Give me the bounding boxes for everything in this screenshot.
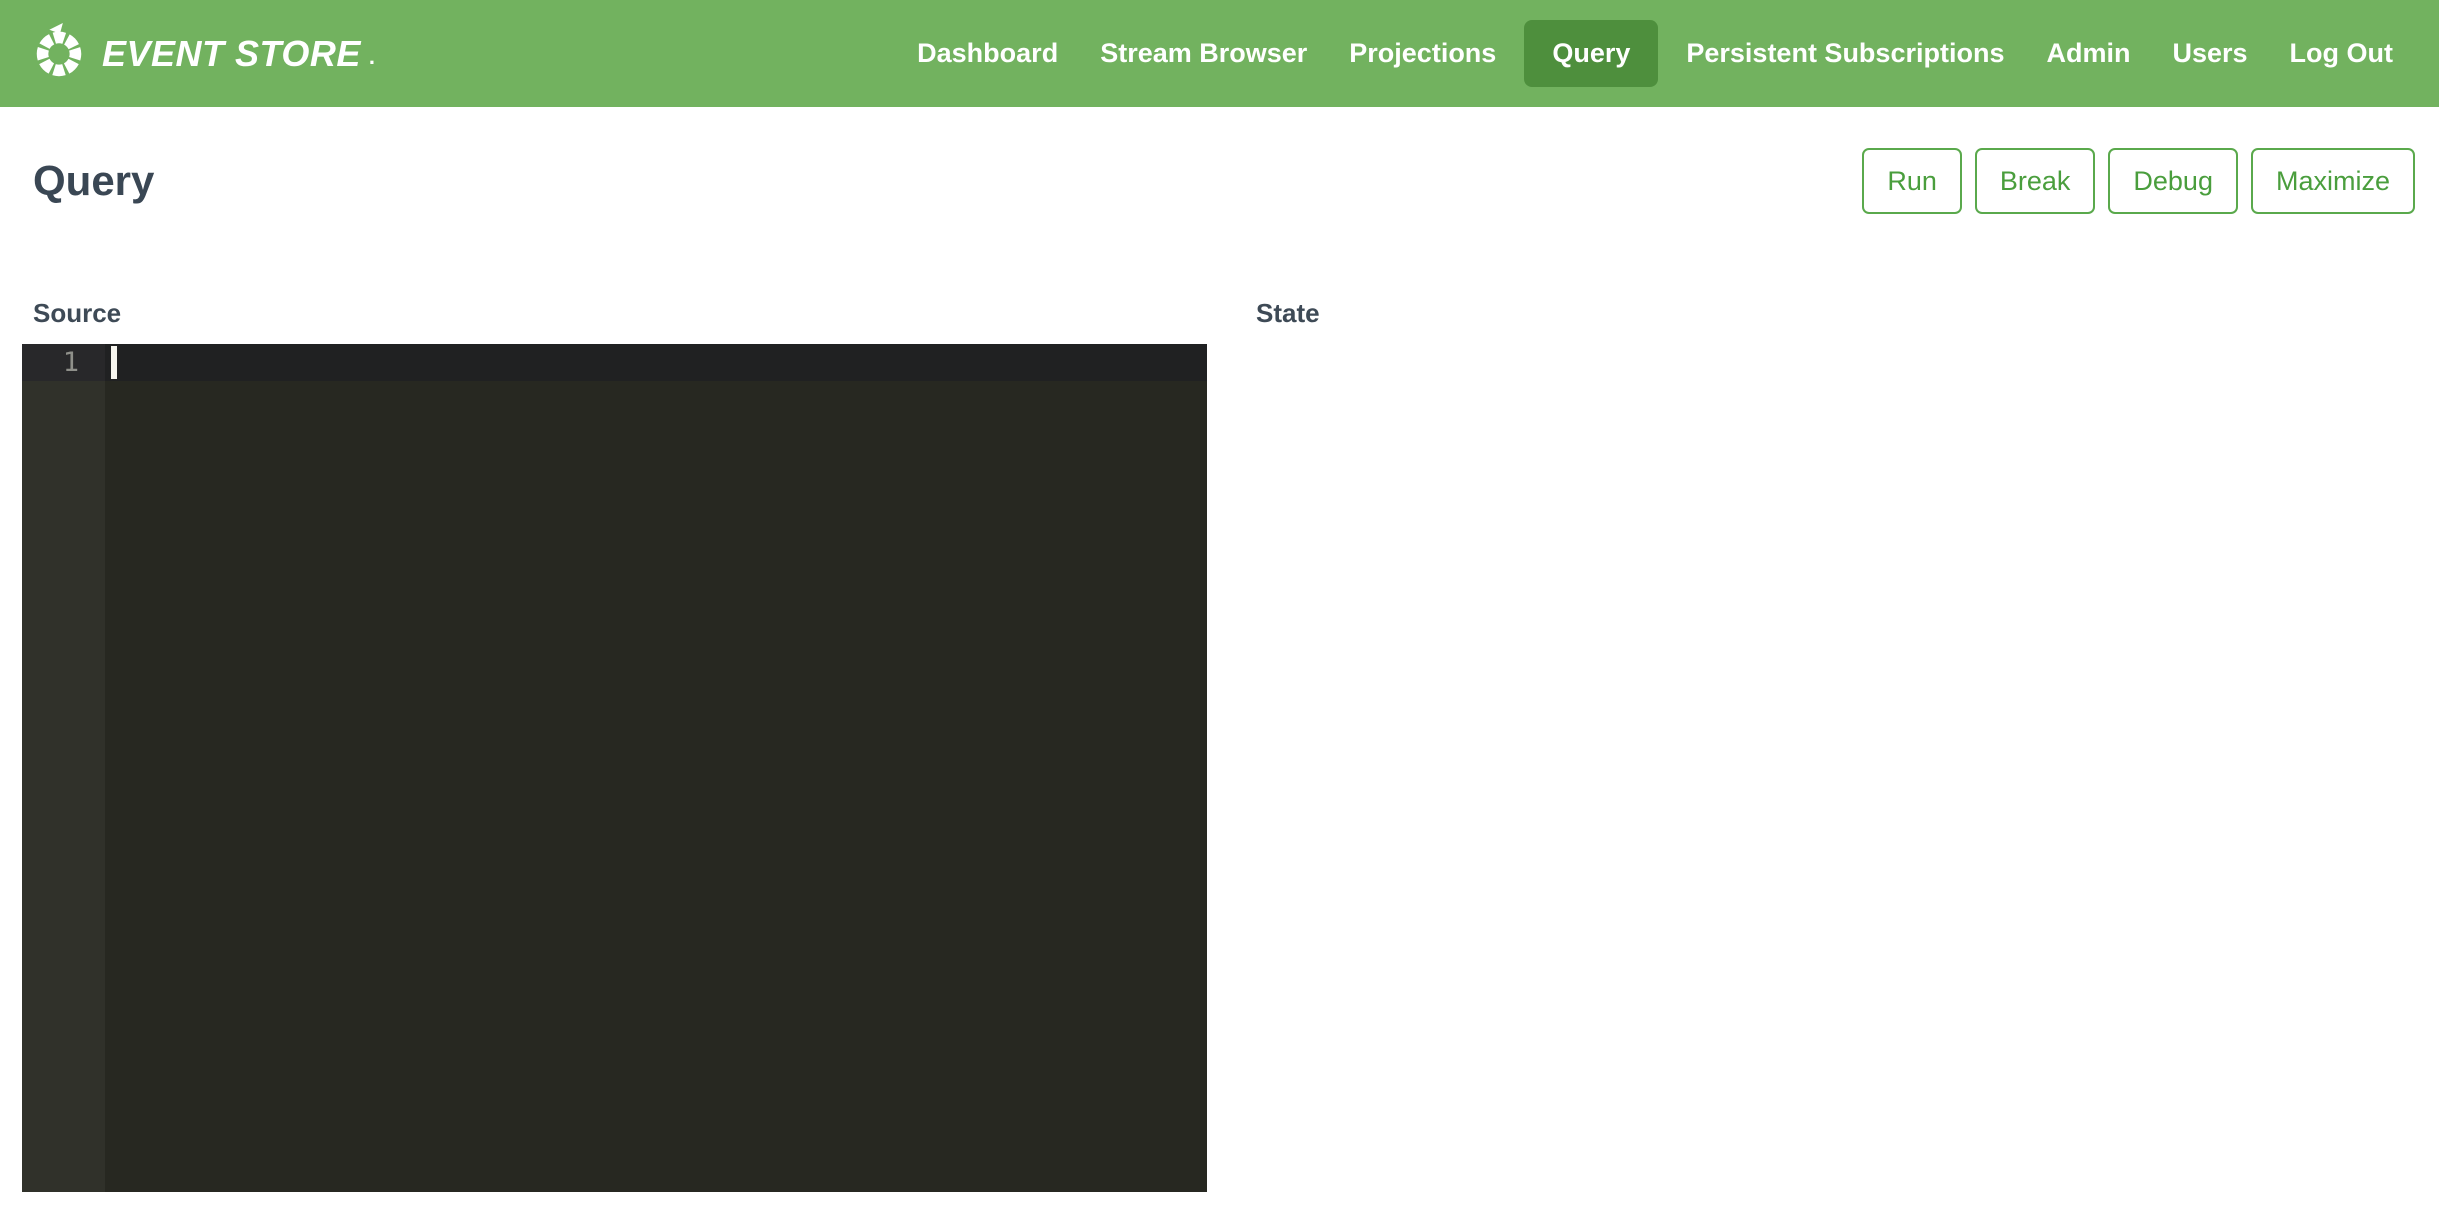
nav-item-log-out[interactable]: Log Out [2269,20,2414,87]
brand-name: EVENT STORE [102,33,361,75]
nav-item-projections[interactable]: Projections [1328,20,1517,87]
query-source-editor[interactable]: 1 [22,344,1207,1192]
editor-active-line-highlight [105,344,1207,381]
source-panel-label: Source [33,300,1207,326]
editor-gutter [22,344,105,1192]
state-panel-body [1245,344,2415,1192]
brand[interactable]: EVENT STORE . [30,19,375,88]
nav-item-stream-browser[interactable]: Stream Browser [1079,20,1328,87]
eventstore-logo-icon [30,21,88,88]
nav-item-query[interactable]: Query [1524,20,1658,87]
editor-text-cursor [111,346,117,379]
main-content: Source 1 State [22,300,2415,1192]
debug-button[interactable]: Debug [2108,148,2238,214]
source-panel: Source 1 [22,300,1207,1192]
run-button[interactable]: Run [1862,148,1962,214]
state-panel-label: State [1256,300,2415,326]
nav-item-users[interactable]: Users [2151,20,2268,87]
brand-trademark-dot: . [369,44,375,70]
query-actions: Run Break Debug Maximize [1862,148,2415,214]
nav-item-persistent-subscriptions[interactable]: Persistent Subscriptions [1665,20,2025,87]
editor-line-number: 1 [22,344,79,381]
state-panel: State [1245,300,2415,1192]
nav-item-admin[interactable]: Admin [2025,20,2151,87]
top-navbar: EVENT STORE . Dashboard Stream Browser P… [0,0,2439,107]
page-title: Query [33,148,154,214]
nav-menu: Dashboard Stream Browser Projections Que… [896,20,2414,87]
nav-item-dashboard[interactable]: Dashboard [896,20,1079,87]
maximize-button[interactable]: Maximize [2251,148,2415,214]
page-header: Query Run Break Debug Maximize [33,148,2415,214]
break-button[interactable]: Break [1975,148,2096,214]
